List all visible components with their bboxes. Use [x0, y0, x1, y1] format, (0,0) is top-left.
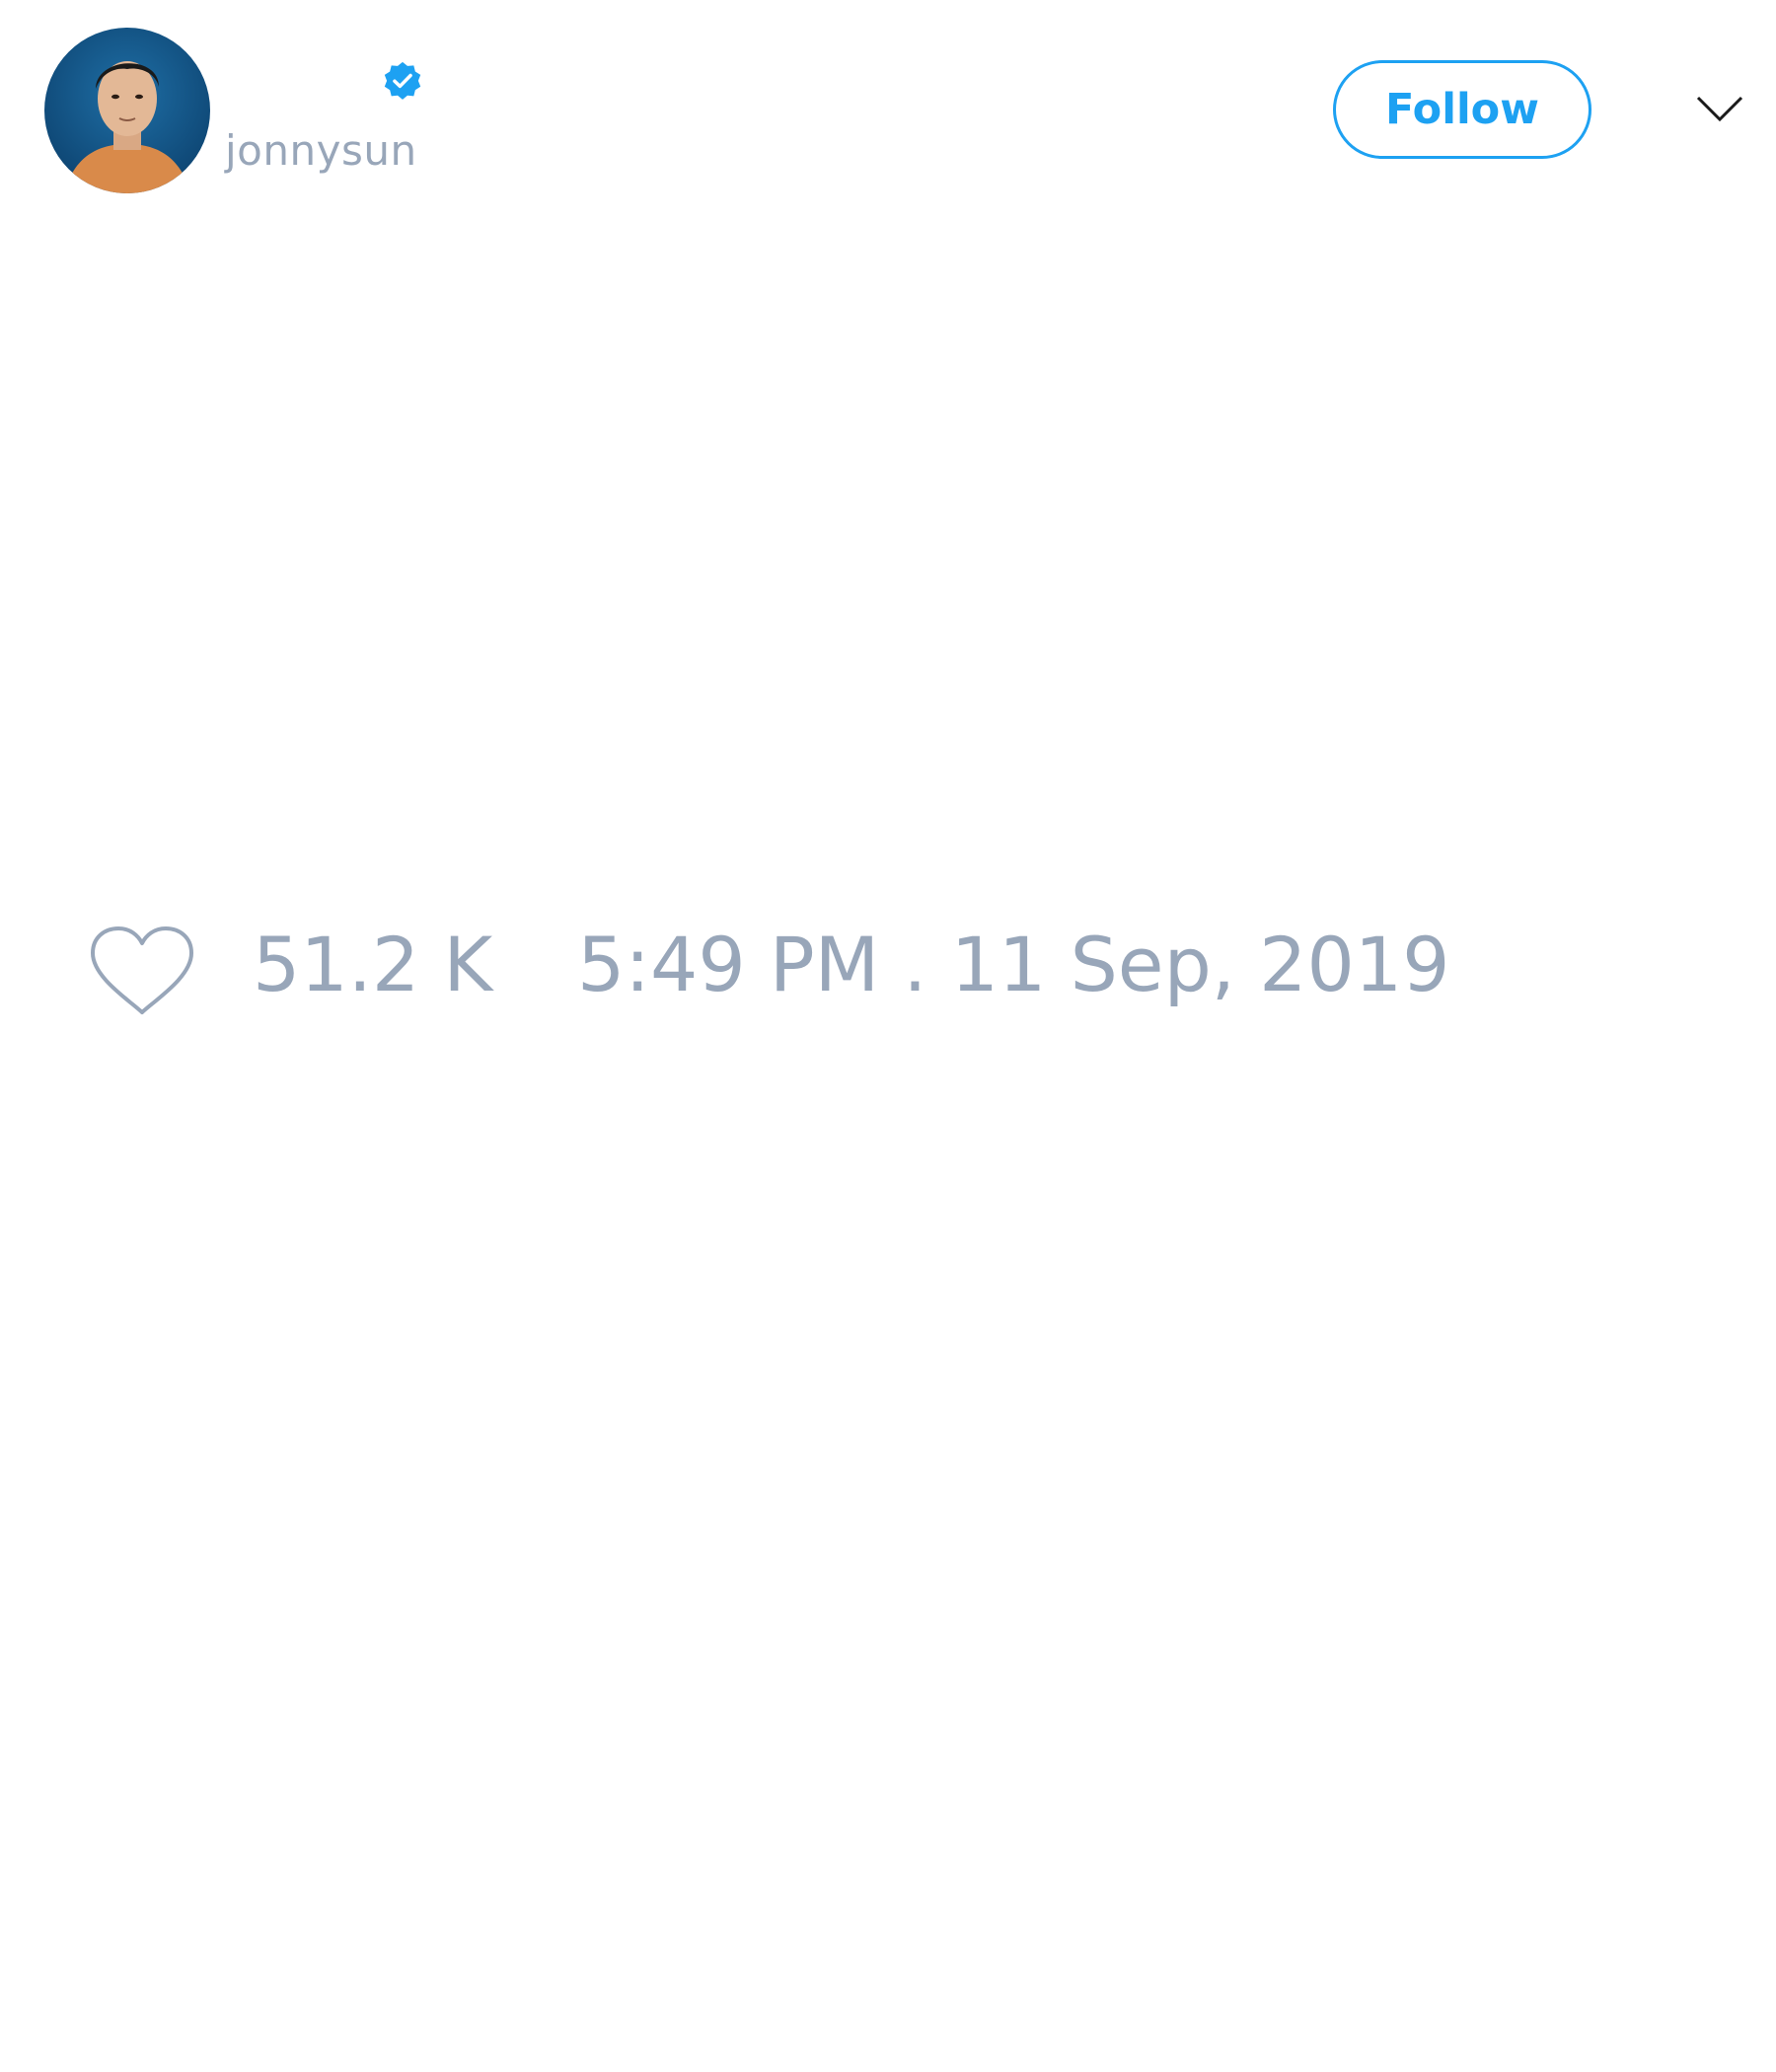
follow-button[interactable]: Follow [1333, 60, 1591, 159]
tweet-engagement: 51.2 K 5:49 PM . 11 Sep, 2019 [0, 908, 1776, 1026]
avatar-photo [44, 28, 210, 193]
like-count: 51.2 K [253, 921, 493, 1008]
heart-icon[interactable] [89, 925, 195, 1018]
avatar[interactable] [44, 28, 210, 193]
verified-badge-icon [384, 61, 421, 100]
chevron-down-icon[interactable] [1695, 93, 1744, 124]
tweet-timestamp[interactable]: 5:49 PM . 11 Sep, 2019 [577, 927, 1450, 1002]
tweet-header: jonnysun Follow [0, 0, 1776, 217]
user-handle[interactable]: jonnysun [225, 126, 417, 175]
